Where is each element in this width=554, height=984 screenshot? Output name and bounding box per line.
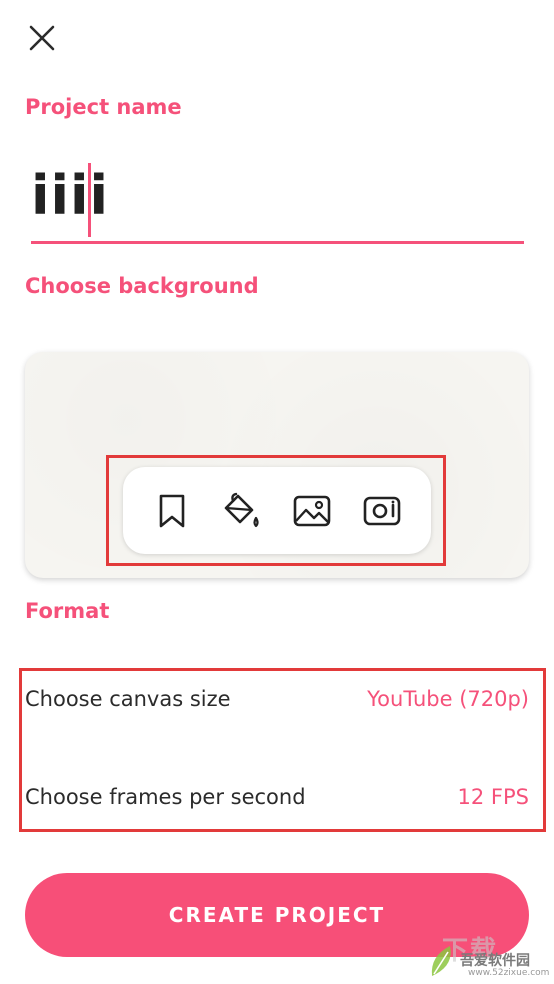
- bookmark-button[interactable]: [149, 488, 195, 534]
- project-name-value: iiii: [31, 164, 110, 227]
- watermark-url: www.52zixue.com: [468, 968, 550, 978]
- close-button[interactable]: [24, 20, 60, 56]
- project-name-input[interactable]: iiii: [31, 160, 524, 244]
- background-tools: [123, 467, 431, 554]
- fps-label: Choose frames per second: [25, 785, 306, 809]
- canvas-size-value: YouTube (720p): [367, 687, 529, 711]
- fps-row[interactable]: Choose frames per second 12 FPS: [25, 777, 529, 817]
- text-caret: [88, 163, 91, 237]
- camera-button[interactable]: [359, 488, 405, 534]
- create-project-button[interactable]: CREATE PROJECT: [25, 873, 529, 957]
- fps-value: 12 FPS: [457, 785, 529, 809]
- format-label: Format: [25, 599, 110, 623]
- fill-color-button[interactable]: [219, 488, 265, 534]
- close-icon: [29, 25, 55, 51]
- bookmark-icon: [159, 494, 185, 527]
- camera-icon: [363, 496, 401, 525]
- paint-bucket-icon: [224, 492, 259, 527]
- new-project-screen: Project name iiii Choose background Form…: [0, 0, 554, 984]
- canvas-size-label: Choose canvas size: [25, 687, 231, 711]
- image-button[interactable]: [289, 488, 335, 534]
- image-icon: [293, 495, 331, 526]
- choose-background-label: Choose background: [25, 274, 259, 298]
- canvas-size-row[interactable]: Choose canvas size YouTube (720p): [25, 679, 529, 719]
- project-name-label: Project name: [25, 95, 182, 119]
